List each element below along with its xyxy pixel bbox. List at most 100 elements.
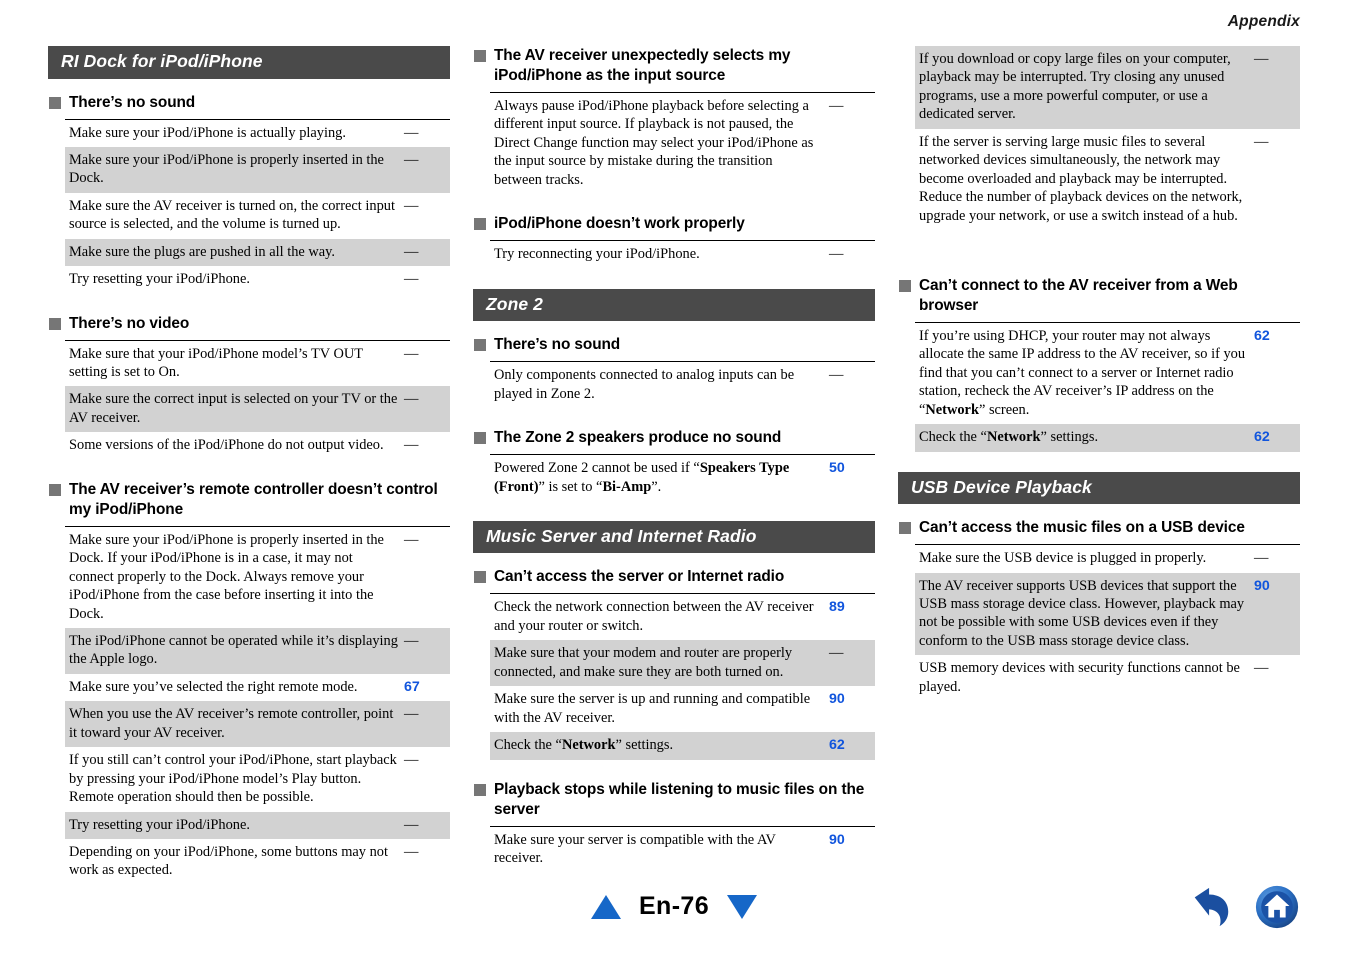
row-no-reference: — <box>829 645 844 662</box>
table-row: Check the network connection between the… <box>490 594 875 640</box>
table-row: The AV receiver supports USB devices tha… <box>915 572 1300 656</box>
row-remedy-text: Try reconnecting your iPod/iPhone. <box>494 246 700 263</box>
section-bar-usb-device-playback: USB Device Playback <box>898 471 1300 505</box>
subsection-heading-label: Playback stops while listening to music … <box>494 780 865 818</box>
subsection-heading: The AV receiver unexpectedly selects my … <box>473 46 875 86</box>
table-row: Make sure your server is compatible with… <box>490 826 875 872</box>
row-no-reference: — <box>404 752 419 769</box>
row-no-reference: — <box>1254 660 1269 677</box>
back-arrow-icon[interactable] <box>1188 884 1234 930</box>
row-no-reference: — <box>829 246 844 263</box>
section-bar-zone-2: Zone 2 <box>473 288 875 322</box>
row-page-reference[interactable]: 67 <box>398 674 450 701</box>
square-bullet-icon <box>474 432 486 445</box>
row-page-reference[interactable]: 50 <box>823 455 875 501</box>
section-bar-ri-dock: RI Dock for iPod/iPhone <box>48 46 450 79</box>
table-row: Try resetting your iPod/iPhone. — <box>65 811 450 839</box>
column-2: The AV receiver unexpectedly selects my … <box>473 46 875 892</box>
troubleshooting-table: Powered Zone 2 cannot be used if “Speake… <box>490 454 875 501</box>
subsection-heading: Can’t connect to the AV receiver from a … <box>898 276 1300 316</box>
row-remedy-text: If you’re using DHCP, your router may no… <box>919 327 1246 418</box>
subsection-heading-label: Can’t access the server or Internet radi… <box>494 568 785 586</box>
row-remedy-text: Make sure that your iPod/iPhone model’s … <box>69 345 363 381</box>
subsection-heading: The AV receiver’s remote controller does… <box>48 480 450 520</box>
table-row: USB memory devices with security functio… <box>915 655 1300 701</box>
row-remedy-text: The iPod/iPhone cannot be operated while… <box>69 633 398 668</box>
subsection-heading: There’s no sound <box>48 93 450 113</box>
row-remedy-text: Always pause iPod/iPhone playback before… <box>494 98 814 188</box>
footer-nav-icons <box>1188 884 1300 930</box>
subsection-heading: Playback stops while listening to music … <box>473 780 875 820</box>
subsection-heading: The Zone 2 speakers produce no sound <box>473 428 875 448</box>
row-remedy-text: Make sure you’ve selected the right remo… <box>69 678 358 695</box>
square-bullet-icon <box>474 571 486 584</box>
row-no-reference: — <box>404 197 419 214</box>
table-row: If the server is serving large music fil… <box>915 129 1300 230</box>
row-remedy-text: Make sure the plugs are pushed in all th… <box>69 243 336 260</box>
subsection-heading-label: There’s no video <box>69 314 190 332</box>
row-page-reference[interactable]: 62 <box>823 732 875 759</box>
table-row: If you’re using DHCP, your router may no… <box>915 322 1300 424</box>
row-remedy-text: Try resetting your iPod/iPhone. <box>69 816 250 833</box>
table-row: Make sure your iPod/iPhone is actually p… <box>65 119 450 147</box>
table-row: Powered Zone 2 cannot be used if “Speake… <box>490 455 875 501</box>
troubleshooting-table: Only components connected to analog inpu… <box>490 361 875 408</box>
table-row: Make sure the AV receiver is turned on, … <box>65 193 450 239</box>
row-no-reference: — <box>1254 51 1269 67</box>
subsection-heading-label: The Zone 2 speakers produce no sound <box>494 429 782 447</box>
row-no-reference: — <box>404 124 419 141</box>
table-row: Make sure your iPod/iPhone is properly i… <box>65 146 450 193</box>
row-remedy-text: If you still can’t control your iPod/iPh… <box>69 752 397 806</box>
row-page-reference[interactable]: 90 <box>823 826 875 872</box>
table-row: Make sure the USB device is plugged in p… <box>915 545 1300 573</box>
table-row: The iPod/iPhone cannot be operated while… <box>65 628 450 674</box>
row-page-reference[interactable]: 62 <box>1248 322 1300 424</box>
row-page-reference[interactable]: 89 <box>823 594 875 640</box>
row-no-reference: — <box>404 633 419 649</box>
square-bullet-icon <box>474 50 486 62</box>
row-remedy-text: Make sure the AV receiver is turned on, … <box>69 197 395 233</box>
subsection-heading: Can’t access the server or Internet radi… <box>473 567 875 587</box>
home-icon[interactable] <box>1254 884 1300 930</box>
subsection-heading: There’s no sound <box>473 335 875 355</box>
row-remedy-text: If the server is serving large music fil… <box>919 133 1243 224</box>
column2-zone2-blocks: There’s no sound Only components connecte… <box>473 335 875 501</box>
troubleshooting-table: Make sure your iPod/iPhone is actually p… <box>65 118 450 294</box>
column3-web-block: Can’t connect to the AV receiver from a … <box>898 276 1300 452</box>
row-remedy-text: Make sure your iPod/iPhone is actually p… <box>69 124 346 141</box>
table-row: Check the “Network” settings. 62 <box>915 424 1300 452</box>
row-remedy-text: Make sure the USB device is plugged in p… <box>919 550 1207 567</box>
table-row: Only components connected to analog inpu… <box>490 362 875 408</box>
troubleshooting-table: If you download or copy large files on y… <box>915 46 1300 230</box>
row-remedy-text: Some versions of the iPod/iPhone do not … <box>69 437 384 454</box>
row-no-reference: — <box>404 243 419 260</box>
subsection-heading-label: The AV receiver unexpectedly selects my … <box>494 47 791 85</box>
table-row: Some versions of the iPod/iPhone do not … <box>65 432 450 459</box>
troubleshooting-table: Try reconnecting your iPod/iPhone. — <box>490 240 875 268</box>
row-no-reference: — <box>404 706 419 723</box>
triangle-up-icon[interactable] <box>590 894 621 919</box>
table-row: Try reconnecting your iPod/iPhone. — <box>490 241 875 269</box>
triangle-down-icon[interactable] <box>727 894 758 919</box>
row-remedy-text: Make sure that your modem and router are… <box>494 645 793 680</box>
column-3: If you download or copy large files on y… <box>898 46 1300 721</box>
page-footer: En-76 <box>0 876 1348 954</box>
troubleshooting-table: Make sure your iPod/iPhone is properly i… <box>65 525 450 885</box>
troubleshooting-table: Make sure the USB device is plugged in p… <box>915 544 1300 701</box>
column2-music-blocks: Can’t access the server or Internet radi… <box>473 567 875 872</box>
row-page-reference[interactable]: 62 <box>1248 424 1300 451</box>
table-row: Make sure your iPod/iPhone is properly i… <box>65 526 450 628</box>
row-page-reference[interactable]: 90 <box>1248 573 1300 656</box>
page-navigation: En-76 <box>0 892 1348 921</box>
subsection-heading-label: The AV receiver’s remote controller does… <box>69 480 438 518</box>
row-remedy-text: Check the “Network” settings. <box>494 737 674 754</box>
column2-top-blocks: The AV receiver unexpectedly selects my … <box>473 46 875 269</box>
subsection-heading-label: There’s no sound <box>494 336 621 354</box>
troubleshooting-table: Make sure that your iPod/iPhone model’s … <box>65 339 450 460</box>
row-page-reference[interactable]: 90 <box>823 686 875 732</box>
table-row: Make sure the plugs are pushed in all th… <box>65 238 450 267</box>
table-row: Always pause iPod/iPhone playback before… <box>490 93 875 195</box>
column1-blocks: There’s no sound Make sure your iPod/iPho… <box>48 93 450 885</box>
page-number-label: En-76 <box>638 892 710 920</box>
